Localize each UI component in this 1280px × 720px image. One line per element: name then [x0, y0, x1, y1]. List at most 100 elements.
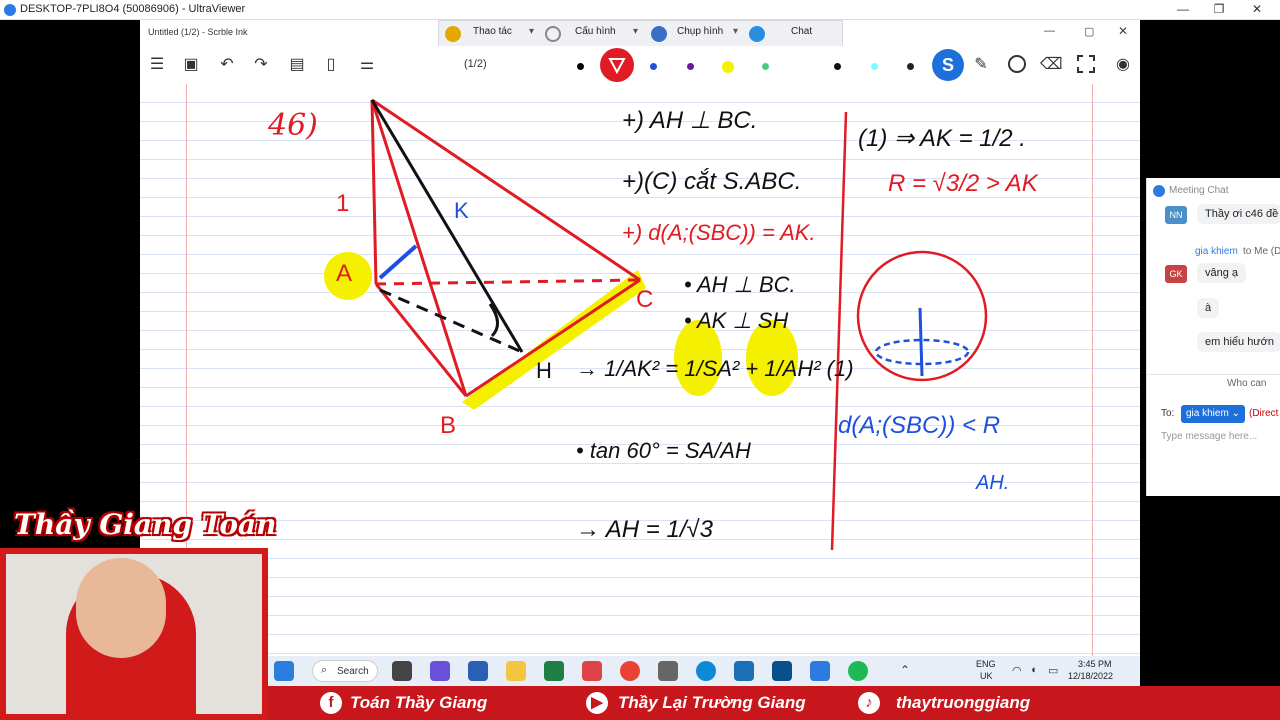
volume-icon[interactable]: ◖: [1030, 664, 1037, 676]
folder-icon[interactable]: [506, 661, 526, 681]
label-B: B: [440, 412, 457, 439]
actions-icon: [445, 26, 461, 42]
color-black[interactable]: [577, 63, 584, 70]
note-line-3: +) d(A;(SBC)) = AK.: [622, 220, 816, 245]
redo-icon[interactable]: ↷: [250, 54, 272, 76]
chrome-icon[interactable]: [620, 661, 640, 681]
eye-icon[interactable]: ◉: [1112, 54, 1134, 76]
pen-tip-icon: [608, 58, 626, 75]
youtube-name: Thầy Lại Trường Giang: [618, 693, 806, 712]
presenter-face: [76, 558, 166, 658]
label-A: A: [336, 260, 353, 287]
chat-meta-to: to Me (D: [1243, 246, 1280, 257]
clock-date[interactable]: 12/18/2022: [1068, 671, 1113, 681]
toolbar: ☰ ▣ ↶ ↷ ▤ ▯ ⚌ (1/2) S ✎ ⌫ ◉: [140, 46, 1140, 84]
app-minimize-button[interactable]: —: [1044, 25, 1055, 37]
menu-icon[interactable]: ☰: [146, 54, 168, 76]
chat-meta-name: gia khiem: [1195, 246, 1238, 257]
menu-config[interactable]: Cấu hình: [575, 26, 616, 37]
highlight-BC: [462, 270, 646, 410]
direct-label: (Direct: [1249, 408, 1279, 419]
chevron-down-icon[interactable]: ▾: [633, 26, 638, 37]
language-1[interactable]: ENG: [976, 659, 996, 669]
battery-icon[interactable]: ▭: [1048, 664, 1058, 677]
close-button[interactable]: ✕: [1242, 2, 1272, 18]
label-1: 1: [336, 190, 350, 217]
edge-icon[interactable]: [696, 661, 716, 681]
label-H: H: [536, 358, 552, 383]
page-icon[interactable]: ▯: [320, 54, 342, 76]
note-line-8: → AH = 1/√3: [576, 516, 714, 543]
color-yellow[interactable]: [722, 61, 734, 73]
task-view-icon[interactable]: [392, 661, 412, 681]
app-maximize-button[interactable]: ▢: [1084, 25, 1094, 38]
meeting-chat-panel: Meeting Chat NN Thầy ơi c46 đề gia khiem…: [1146, 178, 1280, 496]
note-line-5: • AK ⊥ SH: [684, 308, 789, 333]
app-close-button[interactable]: ✕: [1118, 24, 1128, 38]
scrble-icon[interactable]: [772, 661, 792, 681]
excel-icon[interactable]: [544, 661, 564, 681]
webcam-title: Thầy Giang Toán: [14, 508, 277, 541]
store-icon[interactable]: [734, 661, 754, 681]
ultraviewer-menu: Thao tác ▾ Cấu hình ▾ Chụp hình ▾ Chat: [438, 20, 843, 48]
who-can-see[interactable]: Who can: [1227, 378, 1266, 389]
save-icon[interactable]: ▣: [180, 54, 202, 76]
chat-icon: [749, 26, 765, 42]
note-line-1: +) AH ⊥ BC.: [622, 107, 758, 134]
menu-chat[interactable]: Chat: [791, 26, 812, 37]
color-cyan[interactable]: [871, 63, 878, 70]
ultraviewer-title: DESKTOP-7PLI8O4 (50086906) - UltraViewer: [20, 3, 246, 15]
clipboard-icon[interactable]: ▤: [286, 54, 308, 76]
ink-mode-icon[interactable]: S: [932, 49, 964, 81]
select-icon[interactable]: [1077, 55, 1095, 73]
note-line-2: +)(C) cắt S.ABC.: [622, 168, 802, 195]
wifi-icon[interactable]: ◠: [1012, 664, 1022, 677]
app-icon[interactable]: [582, 661, 602, 681]
circle-shape-icon[interactable]: [1008, 55, 1026, 73]
note-line-4: • AH ⊥ BC.: [684, 272, 796, 297]
teams-icon[interactable]: [430, 661, 450, 681]
tiktok-icon: ♪: [858, 692, 880, 714]
clock-time[interactable]: 3:45 PM: [1078, 659, 1112, 669]
webcam-feed: [0, 548, 268, 720]
color-green[interactable]: [762, 63, 769, 70]
social-banner: f Toán Thầy Giang ▶ Thầy Lại Trường Gian…: [268, 686, 1280, 720]
word-icon[interactable]: [468, 661, 488, 681]
pen-red-selected-button[interactable]: [600, 48, 634, 82]
minimize-button[interactable]: —: [1168, 2, 1198, 18]
ultraviewer-icon[interactable]: [810, 661, 830, 681]
search-label: Search: [337, 666, 369, 677]
search-icon: ⌕: [321, 664, 328, 676]
settings-icon[interactable]: ⚌: [356, 54, 378, 76]
app-title: Untitled (1/2) - Scrble Ink: [148, 27, 248, 37]
eraser-icon[interactable]: ⌫: [1040, 54, 1063, 76]
search-box[interactable]: ⌕ Search: [312, 660, 378, 682]
maximize-button[interactable]: ❐: [1204, 2, 1234, 18]
spotify-icon[interactable]: [848, 661, 868, 681]
chevron-down-icon[interactable]: ▾: [733, 26, 738, 37]
avatar: GK: [1165, 265, 1187, 283]
chat-message: vâng ạ: [1197, 263, 1247, 283]
menu-capture[interactable]: Chụp hình: [677, 26, 723, 37]
color-purple[interactable]: [687, 63, 694, 70]
language-2[interactable]: UK: [980, 671, 993, 681]
recipient-select[interactable]: gia khiem ⌄: [1181, 405, 1245, 423]
right-note-2: R = √3/2 > AK: [888, 170, 1038, 197]
calculator-icon[interactable]: [658, 661, 678, 681]
right-note-1: (1) ⇒ AK = 1/2 .: [858, 125, 1026, 152]
message-input[interactable]: Type message here...: [1161, 431, 1257, 442]
color-black-2[interactable]: [834, 63, 841, 70]
chevron-down-icon[interactable]: ▾: [529, 26, 534, 37]
ruler-icon[interactable]: ✎: [970, 54, 992, 76]
color-blue[interactable]: [650, 63, 657, 70]
to-label: To:: [1161, 408, 1175, 419]
windows-start-icon[interactable]: [274, 661, 294, 681]
avatar: NN: [1165, 206, 1187, 224]
chevron-up-icon[interactable]: ⌃: [900, 663, 910, 677]
color-dark[interactable]: [907, 63, 914, 70]
chat-message: Thầy ơi c46 đề: [1197, 204, 1280, 224]
camera-icon: [651, 26, 667, 42]
menu-actions[interactable]: Thao tác: [473, 26, 512, 37]
facebook-name: Toán Thầy Giang: [350, 693, 488, 712]
undo-icon[interactable]: ↶: [216, 54, 238, 76]
